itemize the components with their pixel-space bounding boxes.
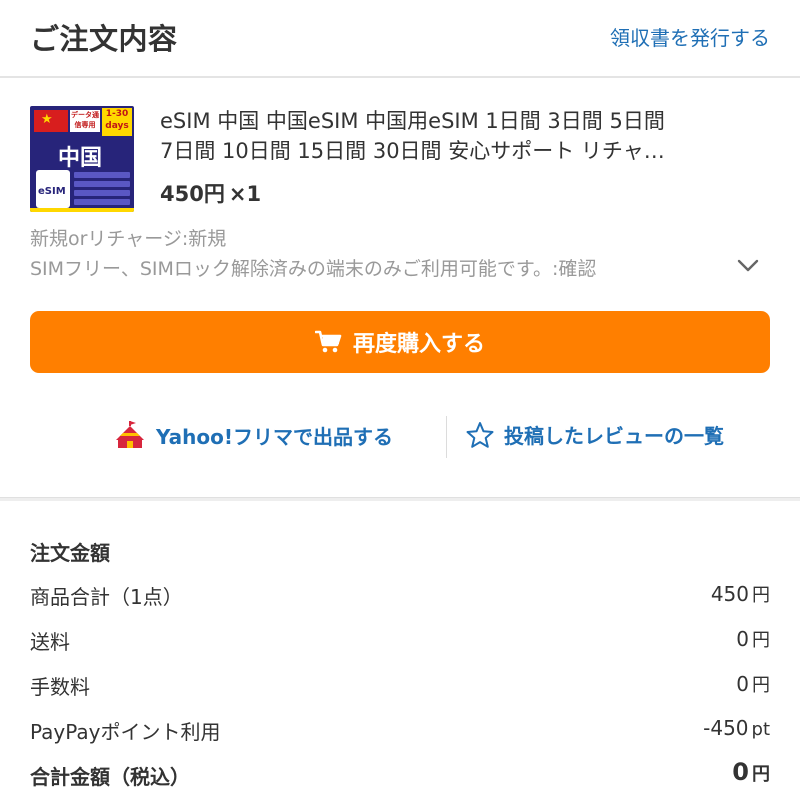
thumbnail-country: 中国 [58,146,103,171]
fee-value: 0円 [736,671,770,697]
thumbnail-footer-strip [30,208,134,212]
quantity: ×1 [228,182,262,206]
paypay-points-amount: -450 [703,716,749,740]
issue-receipt-link[interactable]: 領収書を発行する [610,22,770,51]
product-thumbnail[interactable]: ★ データ通信専用 1-30 days 中国 eSIM [30,106,134,212]
summary-title: 注文金額 [30,541,110,565]
subtotal-row: 商品合計（1点） 450 円 [30,581,770,611]
feature-strip [74,181,130,187]
esim-chip-icon: eSIM [36,170,70,208]
total-unit: 円 [752,764,770,785]
feature-strip [74,190,130,196]
product-name-line1: eSIM 中国 中国eSIM 中国用eSIM 1日間 3日間 5日間 [160,109,665,133]
shipping-value: 0円 [736,626,770,652]
rebuy-button[interactable]: 再度購入する [30,311,770,373]
subtotal-unit: 円 [752,585,770,606]
cart-icon [314,330,342,353]
total-amount: 0 [732,758,749,786]
product-price: 450円 ×1 [160,178,261,208]
page-title: ご注文内容 [30,22,178,56]
option-sim-free-confirm: SIMフリー、SIMロック解除済みの端末のみご利用可能です。:確認 [30,258,597,280]
chevron-down-icon[interactable] [736,258,760,274]
thumbnail-esim-label: eSIM [38,186,66,197]
shipping-amount: 0 [736,627,749,651]
china-flag-icon: ★ [34,110,68,132]
subtotal-amount: 450 [710,582,749,606]
paypay-points-label: PayPayポイント利用 [30,720,221,744]
item-actions: Yahoo!フリマで出品する 投稿したレビューの一覧 [0,412,800,460]
price-value: 450円 [160,182,225,206]
paypay-points-value: -450 pt [703,716,770,740]
fee-label: 手数料 [30,675,90,699]
subtotal-value: 450 円 [711,581,770,607]
my-reviews-label: 投稿したレビューの一覧 [504,424,724,448]
actions-separator [446,416,447,458]
feature-strip [74,199,130,205]
data-only-tag: データ通信専用 [70,110,100,132]
rebuy-button-label: 再度購入する [352,332,485,357]
total-value: 0円 [732,758,770,786]
header-divider [0,76,800,78]
sell-on-flea-market-link[interactable]: Yahoo!フリマで出品する [114,420,393,450]
shipping-label: 送料 [30,630,70,654]
order-header: ご注文内容 領収書を発行する [0,0,800,76]
fee-unit: 円 [752,675,770,696]
section-divider [0,497,800,501]
shipping-row: 送料 0円 [30,626,770,656]
days-tag: 1-30 days [102,108,132,136]
total-row: 合計金額（税込） 0円 [30,758,770,791]
fee-amount: 0 [736,672,749,696]
my-reviews-link[interactable]: 投稿したレビューの一覧 [466,420,724,449]
star-outline-icon [466,421,494,448]
product-name[interactable]: eSIM 中国 中国eSIM 中国用eSIM 1日間 3日間 5日間 7日間 1… [160,106,772,166]
paypay-points-row: PayPayポイント利用 -450 pt [30,716,770,746]
paypay-points-unit: pt [751,719,770,740]
feature-strip [74,172,130,178]
subtotal-label: 商品合計（1点） [30,585,183,609]
option-new-or-recharge: 新規orリチャージ:新規 [30,228,227,250]
product-item[interactable]: ★ データ通信専用 1-30 days 中国 eSIM eSIM 中国 中国eS… [30,106,770,216]
total-label: 合計金額（税込） [30,765,190,789]
fee-row: 手数料 0円 [30,671,770,701]
product-name-line2: 7日間 10日間 15日間 30日間 安心サポート リチャ… [160,139,665,163]
tent-icon [116,421,144,448]
shipping-unit: 円 [752,630,770,651]
sell-on-flea-market-label: Yahoo!フリマで出品する [156,424,393,449]
